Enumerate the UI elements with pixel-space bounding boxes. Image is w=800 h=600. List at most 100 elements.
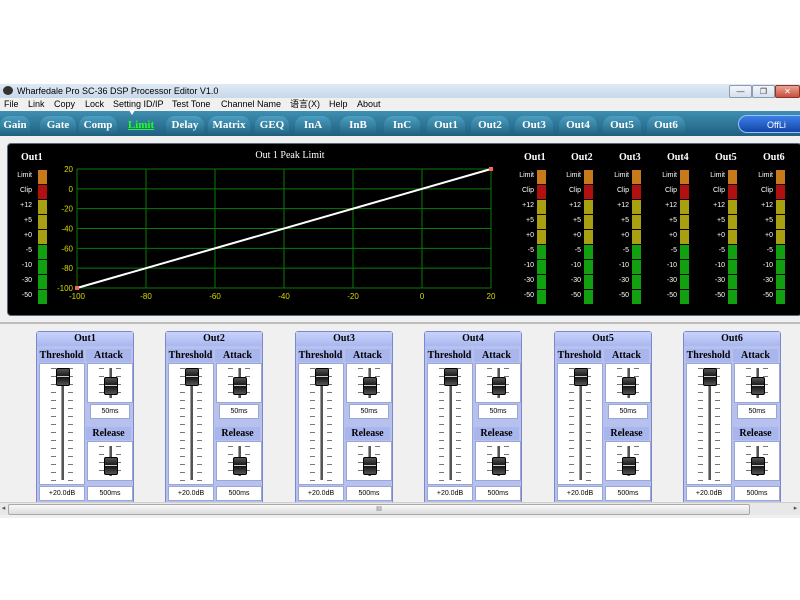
out2-scale-label: -30 bbox=[570, 277, 581, 284]
threshold-slider-knob[interactable] bbox=[315, 368, 329, 386]
release-value-field[interactable]: 500ms bbox=[605, 486, 651, 501]
attack-slider-knob[interactable] bbox=[233, 377, 247, 396]
attack-slider-knob[interactable] bbox=[751, 377, 765, 396]
threshold-value-field[interactable]: +20.0dB bbox=[427, 486, 473, 501]
tab-geq[interactable]: GEQ bbox=[255, 116, 289, 134]
attack-slider[interactable] bbox=[475, 363, 521, 403]
threshold-slider-tick bbox=[439, 424, 444, 425]
threshold-value-field[interactable]: +20.0dB bbox=[39, 486, 85, 501]
tab-delay[interactable]: Delay bbox=[166, 116, 204, 134]
release-slider[interactable] bbox=[734, 441, 780, 481]
attack-value-field[interactable]: 50ms bbox=[90, 404, 130, 419]
threshold-value-field[interactable]: +20.0dB bbox=[557, 486, 603, 501]
tab-ina[interactable]: InA bbox=[295, 116, 331, 134]
horizontal-scrollbar[interactable]: ◂ III ▸ bbox=[0, 502, 800, 515]
tab-out6[interactable]: Out6 bbox=[647, 116, 685, 134]
close-button[interactable]: ✕ bbox=[775, 85, 800, 98]
minimize-button[interactable]: — bbox=[729, 85, 752, 98]
attack-slider[interactable] bbox=[216, 363, 262, 403]
release-value-field[interactable]: 500ms bbox=[475, 486, 521, 501]
release-slider[interactable] bbox=[605, 441, 651, 481]
out6-meter-segment bbox=[776, 230, 785, 244]
peak-limit-chart[interactable]: -100 -80 -60 -40 -20 0 20 20 0 -20 -40 -60 -80 -100 bbox=[40, 160, 510, 312]
attack-value-field[interactable]: 50ms bbox=[478, 404, 518, 419]
threshold-slider-knob[interactable] bbox=[56, 368, 70, 386]
menu-lock[interactable]: Lock bbox=[85, 98, 104, 111]
release-slider-knob[interactable] bbox=[492, 456, 506, 475]
attack-value-field[interactable]: 50ms bbox=[737, 404, 777, 419]
threshold-slider[interactable] bbox=[427, 363, 473, 485]
release-slider-knob[interactable] bbox=[751, 456, 765, 475]
threshold-value-field[interactable]: +20.0dB bbox=[298, 486, 344, 501]
release-slider-knob[interactable] bbox=[622, 456, 636, 475]
release-slider-knob[interactable] bbox=[233, 456, 247, 475]
menu-channel-name[interactable]: Channel Name bbox=[221, 98, 281, 111]
threshold-slider-knob[interactable] bbox=[185, 368, 199, 386]
release-value-field[interactable]: 500ms bbox=[734, 486, 780, 501]
attack-value-field[interactable]: 50ms bbox=[349, 404, 389, 419]
attack-slider-knob[interactable] bbox=[104, 377, 118, 396]
scroll-left-arrow-icon[interactable]: ◂ bbox=[0, 504, 7, 513]
threshold-slider[interactable] bbox=[298, 363, 344, 485]
threshold-slider[interactable] bbox=[168, 363, 214, 485]
attack-slider[interactable] bbox=[346, 363, 392, 403]
release-slider[interactable] bbox=[216, 441, 262, 481]
threshold-slider-knob[interactable] bbox=[703, 368, 717, 386]
menu-link[interactable]: Link bbox=[28, 98, 45, 111]
tab-gain[interactable]: Gain bbox=[0, 116, 30, 134]
menu-about[interactable]: About bbox=[357, 98, 381, 111]
threshold-slider-tick bbox=[327, 400, 332, 401]
release-slider-tick bbox=[487, 454, 492, 455]
restore-button[interactable]: ❐ bbox=[752, 85, 775, 98]
tab-comp[interactable]: Comp bbox=[79, 116, 117, 134]
tab-inc[interactable]: InC bbox=[384, 116, 420, 134]
release-value-field[interactable]: 500ms bbox=[216, 486, 262, 501]
threshold-slider-tick bbox=[698, 480, 703, 481]
tab-matrix[interactable]: Matrix bbox=[208, 116, 250, 134]
release-slider-knob[interactable] bbox=[363, 456, 377, 475]
attack-slider-knob[interactable] bbox=[492, 377, 506, 396]
tab-out1[interactable]: Out1 bbox=[427, 116, 465, 134]
menu-file[interactable]: File bbox=[4, 98, 19, 111]
threshold-slider[interactable] bbox=[557, 363, 603, 485]
release-slider-tick bbox=[746, 454, 751, 455]
tab-out5[interactable]: Out5 bbox=[603, 116, 641, 134]
menu-help[interactable]: Help bbox=[329, 98, 348, 111]
threshold-slider-knob[interactable] bbox=[444, 368, 458, 386]
scroll-right-arrow-icon[interactable]: ▸ bbox=[792, 504, 799, 513]
threshold-slider[interactable] bbox=[686, 363, 732, 485]
out5-meter-segment bbox=[728, 230, 737, 244]
active-tab-marker-icon bbox=[129, 110, 135, 115]
tab-limit[interactable]: Limit bbox=[124, 116, 158, 134]
threshold-value-field[interactable]: +20.0dB bbox=[686, 486, 732, 501]
attack-slider-knob[interactable] bbox=[622, 377, 636, 396]
attack-value-field[interactable]: 50ms bbox=[219, 404, 259, 419]
release-slider[interactable] bbox=[475, 441, 521, 481]
tab-out2[interactable]: Out2 bbox=[471, 116, 509, 134]
release-slider[interactable] bbox=[87, 441, 133, 481]
release-value-field[interactable]: 500ms bbox=[346, 486, 392, 501]
scrollbar-thumb[interactable]: III bbox=[8, 504, 750, 515]
release-slider-tick bbox=[245, 454, 250, 455]
menu-language[interactable]: 语言(X) bbox=[290, 98, 320, 111]
attack-value-field[interactable]: 50ms bbox=[608, 404, 648, 419]
tab-gate[interactable]: Gate bbox=[40, 116, 76, 134]
tab-out3[interactable]: Out3 bbox=[515, 116, 553, 134]
tab-inb[interactable]: InB bbox=[340, 116, 376, 134]
release-slider[interactable] bbox=[346, 441, 392, 481]
threshold-value-field[interactable]: +20.0dB bbox=[168, 486, 214, 501]
attack-slider[interactable] bbox=[734, 363, 780, 403]
release-slider-knob[interactable] bbox=[104, 456, 118, 475]
attack-slider[interactable] bbox=[605, 363, 651, 403]
release-value-field[interactable]: 500ms bbox=[87, 486, 133, 501]
attack-slider-knob[interactable] bbox=[363, 377, 377, 396]
menu-test-tone[interactable]: Test Tone bbox=[172, 98, 210, 111]
offline-button[interactable]: OffLi bbox=[738, 115, 800, 133]
threshold-slider-tick bbox=[51, 408, 56, 409]
threshold-slider[interactable] bbox=[39, 363, 85, 485]
tab-out4[interactable]: Out4 bbox=[559, 116, 597, 134]
threshold-slider-knob[interactable] bbox=[574, 368, 588, 386]
attack-slider[interactable] bbox=[87, 363, 133, 403]
menu-setting-id-ip[interactable]: Setting ID/IP bbox=[113, 98, 164, 111]
menu-copy[interactable]: Copy bbox=[54, 98, 75, 111]
